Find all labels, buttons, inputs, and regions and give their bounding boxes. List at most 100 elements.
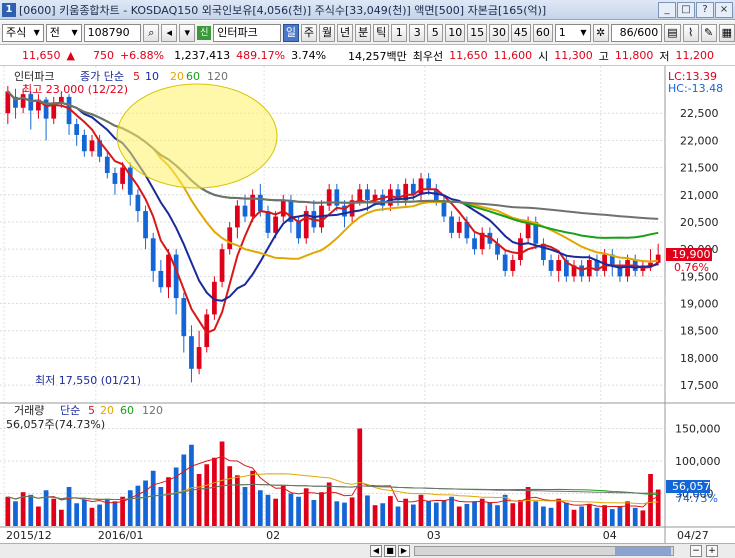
zoom-out-button[interactable]: − — [690, 545, 702, 557]
volume-bar — [135, 485, 141, 526]
candle-body — [112, 173, 118, 184]
minute-3[interactable]: 3 — [409, 23, 426, 42]
market-select[interactable]: 주식 ▼ — [2, 23, 44, 42]
code-input[interactable]: 108790 — [83, 23, 142, 42]
candle-body — [5, 91, 11, 114]
chart-area[interactable]: 22,50022,00021,50021,00020,50020,00019,5… — [0, 66, 735, 558]
volume-bar — [296, 496, 301, 526]
x-axis-label: 04 — [603, 529, 617, 542]
period-day[interactable]: 일 — [282, 23, 299, 42]
up-arrow-icon: ▲ — [66, 49, 75, 62]
candle-body — [418, 178, 424, 195]
maximize-button[interactable]: □ — [677, 2, 695, 18]
candle-body — [365, 189, 370, 201]
zoom-in-button[interactable]: + — [706, 545, 718, 557]
view-button[interactable]: ▤ — [664, 23, 681, 42]
volume-bar — [609, 509, 615, 526]
price-legend-ma-label: 종가 단순 — [80, 70, 124, 83]
candle-body — [273, 216, 278, 233]
code-value: 108790 — [87, 25, 130, 39]
scroll-thumb[interactable] — [615, 547, 671, 555]
volume-bar — [319, 492, 324, 526]
quote-bar: 11,650 ▲ 750 +6.88% 1,237,413 489.17% 3.… — [0, 46, 735, 66]
high-label: 고 — [598, 49, 609, 63]
candle-body — [135, 194, 141, 212]
arrow-button[interactable]: ▾ — [179, 23, 196, 42]
pencil-icon: ✎ — [704, 25, 714, 39]
minute-45[interactable]: 45 — [510, 23, 531, 42]
chevron-down-icon: ▼ — [71, 27, 78, 37]
minute-1[interactable]: 1 — [391, 23, 408, 42]
candle-body — [158, 270, 164, 288]
min-price-label: 최저 17,550 (01/21) — [35, 374, 141, 387]
volume-bar — [533, 501, 539, 526]
candle-body — [166, 254, 171, 288]
volume-bar — [510, 503, 516, 526]
gear-icon: ✲ — [595, 25, 606, 39]
speaker-button[interactable]: ◂ — [161, 23, 178, 42]
grid-button[interactable]: ▦ — [718, 23, 735, 42]
legend-ma-20: 20 — [170, 70, 184, 83]
window-buttons: _ □ ? × — [658, 2, 733, 18]
count-value: 86/600 — [619, 25, 659, 39]
scroll-left-button[interactable]: ◀ — [370, 545, 382, 557]
period-minute[interactable]: 분 — [355, 23, 372, 42]
chart-icon: ⌇ — [687, 25, 694, 39]
low-price: 11,200 — [675, 49, 715, 62]
period-year[interactable]: 년 — [337, 23, 354, 42]
volume-bar — [250, 470, 256, 526]
price-tick-label: 21,000 — [680, 189, 719, 202]
minute-5[interactable]: 5 — [427, 23, 444, 42]
minute-select[interactable]: 1 ▼ — [554, 23, 591, 42]
current-volume-badge-pct: 74.73% — [676, 492, 718, 505]
scroll-bar[interactable]: ◀ ■ ▶ − + — [0, 543, 735, 558]
amount: 14,257백만 — [348, 49, 407, 63]
title-bar: 1 [0600] 키움종합차트 - KOSDAQ150 외국인보유[4,056(… — [0, 0, 735, 20]
volume-bar — [487, 502, 493, 526]
scroll-track[interactable] — [414, 546, 674, 556]
candle-body — [556, 260, 562, 271]
legend-ma-60: 60 — [186, 70, 200, 83]
stock-name-field[interactable]: 인터파크 — [213, 23, 281, 42]
draw-button[interactable]: ✎ — [700, 23, 717, 42]
volume-bar — [81, 500, 87, 526]
minute-60[interactable]: 60 — [532, 23, 553, 42]
scroll-right-button[interactable]: ▶ — [398, 545, 410, 557]
mode-select[interactable]: 전 ▼ — [45, 23, 82, 42]
volume-bar — [89, 507, 95, 526]
minimize-button[interactable]: _ — [658, 2, 676, 18]
period-tick[interactable]: 틱 — [373, 23, 390, 42]
minute-30[interactable]: 30 — [489, 23, 509, 42]
best-bid: 11,600 — [493, 49, 533, 62]
help-button[interactable]: ? — [696, 2, 714, 18]
close-button[interactable]: × — [715, 2, 733, 18]
count-field[interactable]: 86/600 — [610, 23, 663, 42]
candle-body — [219, 249, 225, 282]
volume-bar — [541, 506, 546, 526]
period-month[interactable]: 월 — [318, 23, 336, 42]
candlestick-chart[interactable]: 22,50022,00021,50021,00020,50020,00019,5… — [0, 66, 735, 543]
volume-bar — [196, 474, 202, 526]
current-price: 11,650 — [22, 49, 61, 62]
grid-icon: ▦ — [721, 25, 733, 39]
volume-bar — [456, 506, 462, 526]
volume-current-label: 56,057주(74.73%) — [6, 418, 105, 431]
minute-15[interactable]: 15 — [467, 23, 488, 42]
volume-bar — [204, 464, 210, 526]
candle-body — [81, 134, 87, 152]
volume-bar — [418, 494, 424, 526]
volume-bar — [602, 505, 607, 526]
period-week[interactable]: 주 — [300, 23, 317, 42]
volume-bar — [257, 490, 263, 526]
speaker-icon: ◂ — [166, 25, 173, 39]
search-button[interactable]: ⌕ — [143, 23, 160, 42]
scroll-stop-button[interactable]: ■ — [384, 545, 396, 557]
candle-body — [189, 336, 194, 369]
candle-body — [357, 189, 363, 201]
chart-tool-button[interactable]: ⌇ — [682, 23, 699, 42]
best-ask: 11,650 — [449, 49, 488, 62]
stop-icon: ■ — [386, 546, 394, 555]
settings-button[interactable]: ✲ — [592, 23, 609, 42]
minute-10[interactable]: 10 — [445, 23, 466, 42]
volume-bar — [556, 498, 562, 526]
